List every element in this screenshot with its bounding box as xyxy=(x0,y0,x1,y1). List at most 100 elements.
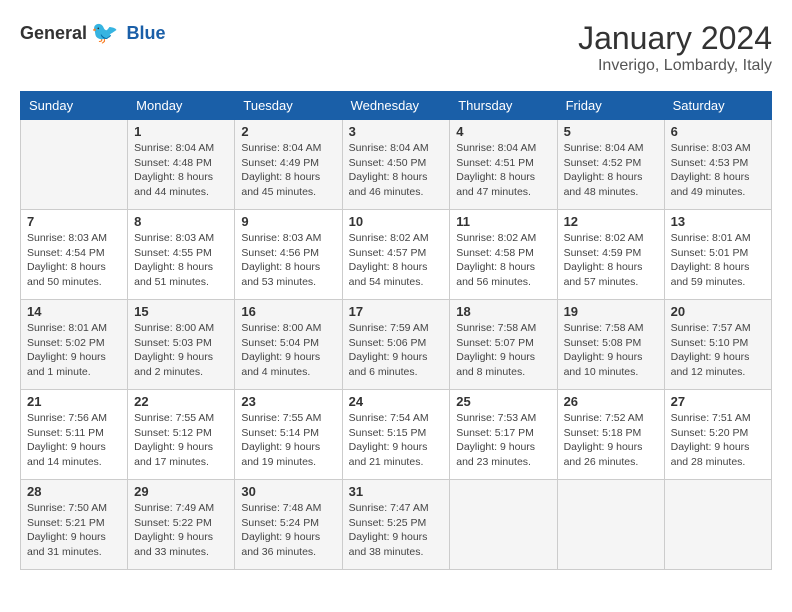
header-friday: Friday xyxy=(557,92,664,120)
day-number: 23 xyxy=(241,394,335,409)
table-row: 14 Sunrise: 8:01 AMSunset: 5:02 PMDayligh… xyxy=(21,300,128,390)
day-info: Sunrise: 7:55 AMSunset: 5:14 PMDaylight:… xyxy=(241,411,335,470)
day-info: Sunrise: 7:47 AMSunset: 5:25 PMDaylight:… xyxy=(349,501,444,560)
day-number: 10 xyxy=(349,214,444,229)
table-row xyxy=(21,120,128,210)
calendar-week-row: 1 Sunrise: 8:04 AMSunset: 4:48 PMDaylight… xyxy=(21,120,772,210)
day-number: 18 xyxy=(456,304,550,319)
day-number: 16 xyxy=(241,304,335,319)
day-info: Sunrise: 8:02 AMSunset: 4:58 PMDaylight:… xyxy=(456,231,550,290)
day-number: 25 xyxy=(456,394,550,409)
table-row: 3Sunrise: 8:04 AMSunset: 4:50 PMDaylight… xyxy=(342,120,450,210)
table-row: 24 Sunrise: 7:54 AMSunset: 5:15 PMDayligh… xyxy=(342,390,450,480)
table-row: 15 Sunrise: 8:00 AMSunset: 5:03 PMDayligh… xyxy=(128,300,235,390)
day-info: Sunrise: 8:03 AMSunset: 4:56 PMDaylight:… xyxy=(241,231,335,290)
day-number: 12 xyxy=(564,214,658,229)
day-number: 27 xyxy=(671,394,765,409)
day-info: Sunrise: 8:04 AMSunset: 4:52 PMDaylight:… xyxy=(564,141,658,200)
table-row: 6 Sunrise: 8:03 AMSunset: 4:53 PMDaylight… xyxy=(664,120,771,210)
table-row: 2 Sunrise: 8:04 AMSunset: 4:49 PMDaylight… xyxy=(235,120,342,210)
day-info: Sunrise: 7:48 AMSunset: 5:24 PMDaylight:… xyxy=(241,501,335,560)
header-wednesday: Wednesday xyxy=(342,92,450,120)
day-number: 6 xyxy=(671,124,765,139)
table-row: 11 Sunrise: 8:02 AMSunset: 4:58 PMDayligh… xyxy=(450,210,557,300)
day-number: 14 xyxy=(27,304,121,319)
table-row: 28 Sunrise: 7:50 AMSunset: 5:21 PMDayligh… xyxy=(21,480,128,570)
table-row: 10 Sunrise: 8:02 AMSunset: 4:57 PMDayligh… xyxy=(342,210,450,300)
day-number: 7 xyxy=(27,214,121,229)
day-number: 29 xyxy=(134,484,228,499)
calendar-week-row: 14 Sunrise: 8:01 AMSunset: 5:02 PMDayligh… xyxy=(21,300,772,390)
logo-general: General xyxy=(20,23,87,44)
day-info: Sunrise: 8:00 AMSunset: 5:04 PMDaylight:… xyxy=(241,321,335,380)
header-sunday: Sunday xyxy=(21,92,128,120)
table-row: 25 Sunrise: 7:53 AMSunset: 5:17 PMDayligh… xyxy=(450,390,557,480)
calendar-week-row: 21Sunrise: 7:56 AMSunset: 5:11 PMDayligh… xyxy=(21,390,772,480)
day-number: 30 xyxy=(241,484,335,499)
day-info: Sunrise: 8:03 AMSunset: 4:54 PMDaylight:… xyxy=(27,231,121,290)
day-info: Sunrise: 7:57 AMSunset: 5:10 PMDaylight:… xyxy=(671,321,765,380)
day-info: Sunrise: 7:54 AMSunset: 5:15 PMDaylight:… xyxy=(349,411,444,470)
day-info: Sunrise: 8:04 AMSunset: 4:51 PMDaylight:… xyxy=(456,141,550,200)
day-number: 24 xyxy=(349,394,444,409)
table-row: 17 Sunrise: 7:59 AMSunset: 5:06 PMDayligh… xyxy=(342,300,450,390)
table-row: 30 Sunrise: 7:48 AMSunset: 5:24 PMDayligh… xyxy=(235,480,342,570)
table-row: 27Sunrise: 7:51 AMSunset: 5:20 PMDayligh… xyxy=(664,390,771,480)
calendar-week-row: 7 Sunrise: 8:03 AMSunset: 4:54 PMDaylight… xyxy=(21,210,772,300)
title-area: January 2024 Inverigo, Lombardy, Italy xyxy=(578,20,772,75)
day-number: 8 xyxy=(134,214,228,229)
table-row: 31Sunrise: 7:47 AMSunset: 5:25 PMDayligh… xyxy=(342,480,450,570)
day-info: Sunrise: 8:00 AMSunset: 5:03 PMDaylight:… xyxy=(134,321,228,380)
day-info: Sunrise: 8:01 AMSunset: 5:02 PMDaylight:… xyxy=(27,321,121,380)
logo: General 🐦 Blue xyxy=(20,20,165,46)
day-info: Sunrise: 8:04 AMSunset: 4:49 PMDaylight:… xyxy=(241,141,335,200)
day-info: Sunrise: 7:50 AMSunset: 5:21 PMDaylight:… xyxy=(27,501,121,560)
day-number: 1 xyxy=(134,124,228,139)
table-row: 9 Sunrise: 8:03 AMSunset: 4:56 PMDaylight… xyxy=(235,210,342,300)
weekday-header-row: Sunday Monday Tuesday Wednesday Thursday… xyxy=(21,92,772,120)
table-row: 7 Sunrise: 8:03 AMSunset: 4:54 PMDaylight… xyxy=(21,210,128,300)
day-info: Sunrise: 8:03 AMSunset: 4:55 PMDaylight:… xyxy=(134,231,228,290)
day-info: Sunrise: 7:58 AMSunset: 5:08 PMDaylight:… xyxy=(564,321,658,380)
day-number: 17 xyxy=(349,304,444,319)
table-row: 20 Sunrise: 7:57 AMSunset: 5:10 PMDayligh… xyxy=(664,300,771,390)
day-info: Sunrise: 8:03 AMSunset: 4:53 PMDaylight:… xyxy=(671,141,765,200)
day-number: 2 xyxy=(241,124,335,139)
table-row: 4 Sunrise: 8:04 AMSunset: 4:51 PMDaylight… xyxy=(450,120,557,210)
month-title: January 2024 xyxy=(578,20,772,57)
day-info: Sunrise: 8:04 AMSunset: 4:48 PMDaylight:… xyxy=(134,141,228,200)
table-row xyxy=(664,480,771,570)
day-info: Sunrise: 8:02 AMSunset: 4:57 PMDaylight:… xyxy=(349,231,444,290)
day-number: 3 xyxy=(349,124,444,139)
day-info: Sunrise: 7:59 AMSunset: 5:06 PMDaylight:… xyxy=(349,321,444,380)
day-number: 11 xyxy=(456,214,550,229)
day-number: 5 xyxy=(564,124,658,139)
day-number: 26 xyxy=(564,394,658,409)
day-number: 4 xyxy=(456,124,550,139)
table-row: 22Sunrise: 7:55 AMSunset: 5:12 PMDayligh… xyxy=(128,390,235,480)
day-info: Sunrise: 8:01 AMSunset: 5:01 PMDaylight:… xyxy=(671,231,765,290)
table-row: 1 Sunrise: 8:04 AMSunset: 4:48 PMDaylight… xyxy=(128,120,235,210)
logo-blue: Blue xyxy=(126,23,165,44)
table-row: 23 Sunrise: 7:55 AMSunset: 5:14 PMDayligh… xyxy=(235,390,342,480)
day-number: 28 xyxy=(27,484,121,499)
table-row xyxy=(450,480,557,570)
header-tuesday: Tuesday xyxy=(235,92,342,120)
table-row: 26Sunrise: 7:52 AMSunset: 5:18 PMDayligh… xyxy=(557,390,664,480)
table-row: 16 Sunrise: 8:00 AMSunset: 5:04 PMDayligh… xyxy=(235,300,342,390)
table-row: 21Sunrise: 7:56 AMSunset: 5:11 PMDayligh… xyxy=(21,390,128,480)
day-info: Sunrise: 7:53 AMSunset: 5:17 PMDaylight:… xyxy=(456,411,550,470)
day-info: Sunrise: 8:02 AMSunset: 4:59 PMDaylight:… xyxy=(564,231,658,290)
table-row: 13Sunrise: 8:01 AMSunset: 5:01 PMDayligh… xyxy=(664,210,771,300)
day-info: Sunrise: 7:55 AMSunset: 5:12 PMDaylight:… xyxy=(134,411,228,470)
header-monday: Monday xyxy=(128,92,235,120)
table-row: 29Sunrise: 7:49 AMSunset: 5:22 PMDayligh… xyxy=(128,480,235,570)
day-number: 9 xyxy=(241,214,335,229)
table-row: 5 Sunrise: 8:04 AMSunset: 4:52 PMDaylight… xyxy=(557,120,664,210)
table-row: 12 Sunrise: 8:02 AMSunset: 4:59 PMDayligh… xyxy=(557,210,664,300)
header-saturday: Saturday xyxy=(664,92,771,120)
day-number: 15 xyxy=(134,304,228,319)
day-number: 20 xyxy=(671,304,765,319)
table-row xyxy=(557,480,664,570)
day-number: 19 xyxy=(564,304,658,319)
